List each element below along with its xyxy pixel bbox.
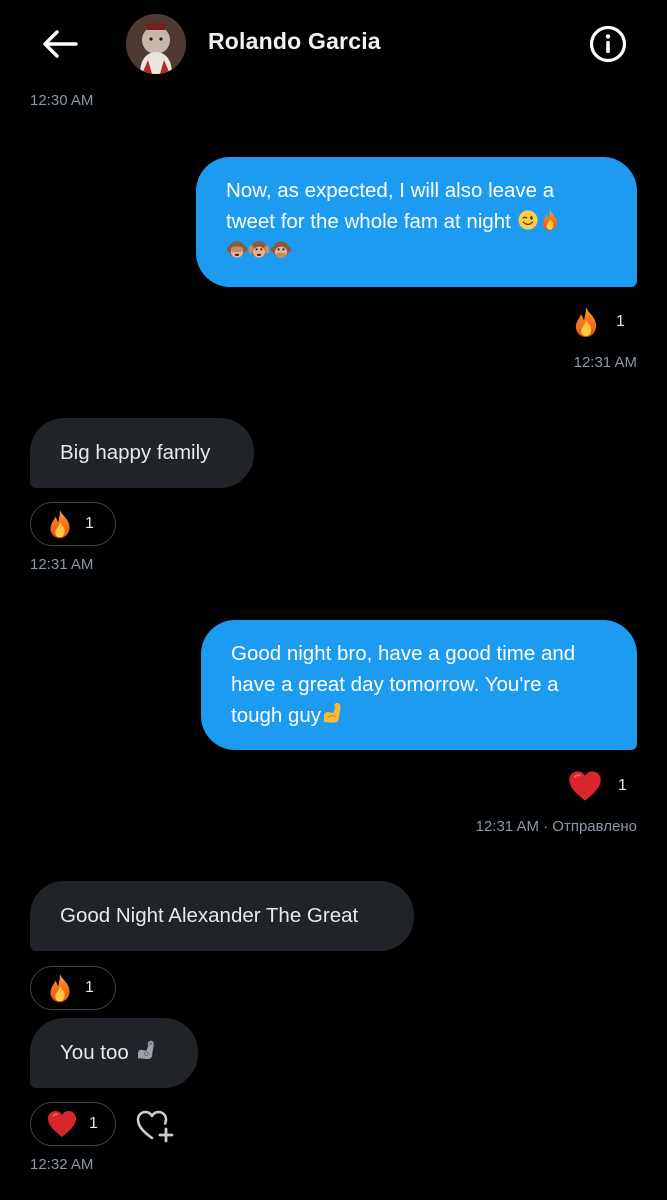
back-button[interactable] [38,24,82,64]
reaction-count: 1 [85,515,94,532]
fire-icon [45,971,75,1005]
timestamp-sent-status: 12:31 AM · Отправлено [475,818,637,835]
reaction-count: 1 [618,777,627,794]
info-icon [589,25,627,63]
info-button[interactable] [586,22,630,66]
speak-no-evil-monkey-icon [270,239,292,261]
timestamp: 12:32 AM [30,1156,94,1173]
timestamp: 12:31 AM [573,354,637,371]
message-text: Good Night Alexander The Great [60,904,359,927]
message-bubble-incoming[interactable]: Good Night Alexander The Great [30,881,414,951]
message-text: tough guy [231,704,322,727]
fire-icon [570,304,602,340]
reaction-pill[interactable]: 1 [30,966,116,1010]
message-text-line: tough guy [231,700,611,731]
message-emoji-row [226,239,611,266]
reaction-count: 1 [89,1115,98,1132]
fire-icon [539,209,561,231]
reaction-count: 1 [616,313,625,330]
add-reaction-button[interactable] [132,1106,178,1144]
hear-no-evil-monkey-icon [248,239,270,261]
winking-face-icon [517,209,539,231]
heart-plus-icon [136,1110,174,1143]
message-bubble-incoming[interactable]: Big happy family [30,418,254,488]
fire-icon [45,507,75,541]
message-text: tweet for the whole fam at night [226,210,511,233]
conversation-title[interactable]: Rolando Garcia [208,28,381,55]
message-bubble-outgoing[interactable]: Good night bro, have a good time and hav… [201,620,637,750]
message-text: have a great day tomorrow. You're a [231,673,559,696]
reaction[interactable]: 1 [566,768,627,804]
message-text: Big happy family [60,441,211,464]
flexed-biceps-icon [321,701,345,725]
reaction-pill[interactable]: 1 [30,502,116,546]
message-bubble-incoming[interactable]: You too [30,1018,198,1088]
message-bubble-outgoing[interactable]: Now, as expected, I will also leave a tw… [196,157,637,287]
message-text: Now, as expected, I will also leave a [226,179,555,202]
message-text: Good night bro, have a good time and [231,642,576,665]
message-text: You too [60,1041,129,1064]
arrow-left-icon [43,30,78,58]
red-heart-icon [566,768,604,804]
timestamp: 12:31 AM [30,556,94,573]
mechanical-arm-icon [135,1038,159,1062]
reaction-pill[interactable]: 1 [30,1102,116,1146]
avatar[interactable] [126,14,186,74]
reaction[interactable]: 1 [570,304,625,340]
see-no-evil-monkey-icon [226,239,248,261]
red-heart-icon [45,1108,79,1140]
message-text-line: tweet for the whole fam at night [226,206,611,237]
reaction-count: 1 [85,979,94,996]
timestamp: 12:30 AM [30,92,94,109]
